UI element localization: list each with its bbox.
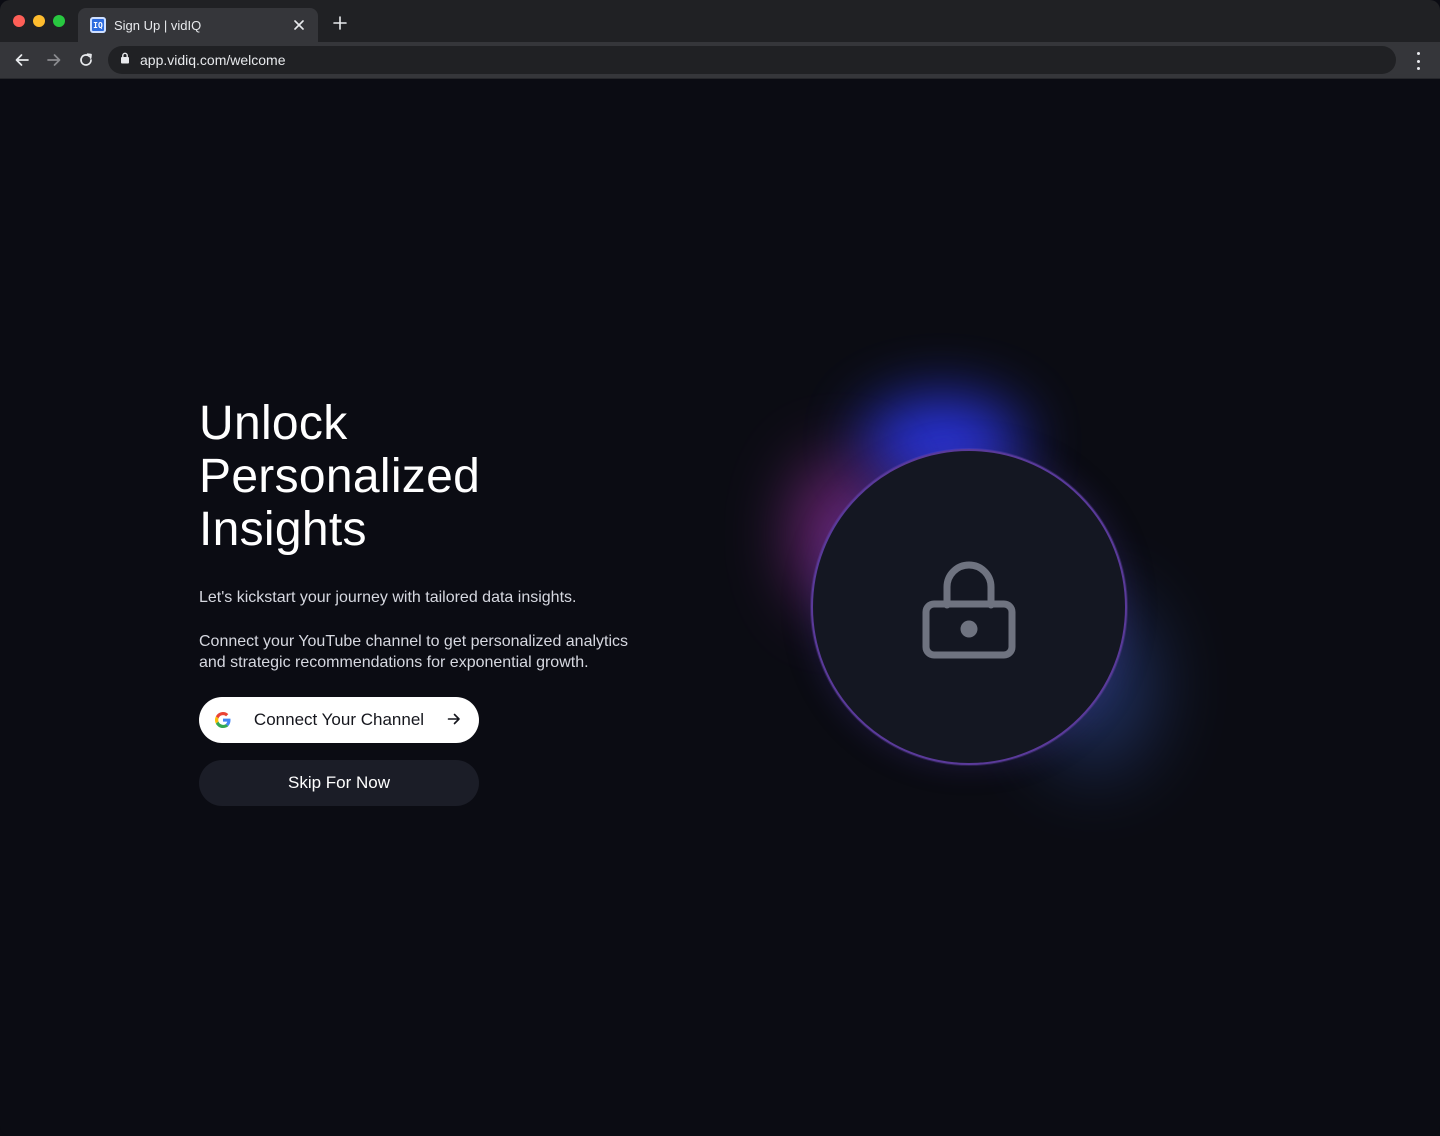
secure-lock-icon xyxy=(120,51,130,69)
minimize-window-button[interactable] xyxy=(33,15,45,27)
url-text: app.vidiq.com/welcome xyxy=(140,52,286,68)
page-title: Unlock Personalized Insights xyxy=(199,397,519,556)
tab-title: Sign Up | vidIQ xyxy=(114,17,202,33)
close-window-button[interactable] xyxy=(13,15,25,27)
browser-toolbar: app.vidiq.com/welcome xyxy=(0,42,1440,79)
page-content: Unlock Personalized Insights Let's kicks… xyxy=(0,79,1440,1136)
address-bar[interactable]: app.vidiq.com/welcome xyxy=(108,46,1396,74)
browser-menu-icon[interactable] xyxy=(1410,52,1426,70)
back-arrow-icon[interactable] xyxy=(12,50,32,70)
headline-line-2: Personalized xyxy=(199,450,481,503)
description-text: Connect your YouTube channel to get pers… xyxy=(199,633,629,671)
browser-window: IQ Sign Up | vidIQ app.vidiq.com/welcome xyxy=(0,0,1440,1136)
lock-illustration xyxy=(770,379,1170,799)
headline-line-3: Insights xyxy=(199,503,367,556)
connect-channel-button[interactable]: Connect Your Channel xyxy=(199,697,479,743)
new-tab-button[interactable] xyxy=(330,13,350,33)
forward-arrow-icon[interactable] xyxy=(44,50,64,70)
intro-text: Let's kickstart your journey with tailor… xyxy=(199,589,577,606)
google-icon xyxy=(215,712,231,728)
arrow-right-icon xyxy=(447,712,463,728)
browser-tab[interactable]: IQ Sign Up | vidIQ xyxy=(78,8,318,42)
lock-circle xyxy=(811,449,1127,765)
onboarding-panel: Unlock Personalized Insights Let's kicks… xyxy=(199,397,639,806)
reload-icon[interactable] xyxy=(76,50,96,70)
maximize-window-button[interactable] xyxy=(53,15,65,27)
headline-line-1: Unlock xyxy=(199,397,348,450)
close-tab-icon[interactable] xyxy=(290,16,308,34)
skip-for-now-button[interactable]: Skip For Now xyxy=(199,760,479,806)
skip-label: Skip For Now xyxy=(287,773,391,792)
lock-icon xyxy=(921,555,1017,659)
vidiq-favicon-icon: IQ xyxy=(90,17,106,33)
connect-channel-label: Connect Your Channel xyxy=(253,710,425,729)
tab-strip: IQ Sign Up | vidIQ xyxy=(0,0,1440,42)
